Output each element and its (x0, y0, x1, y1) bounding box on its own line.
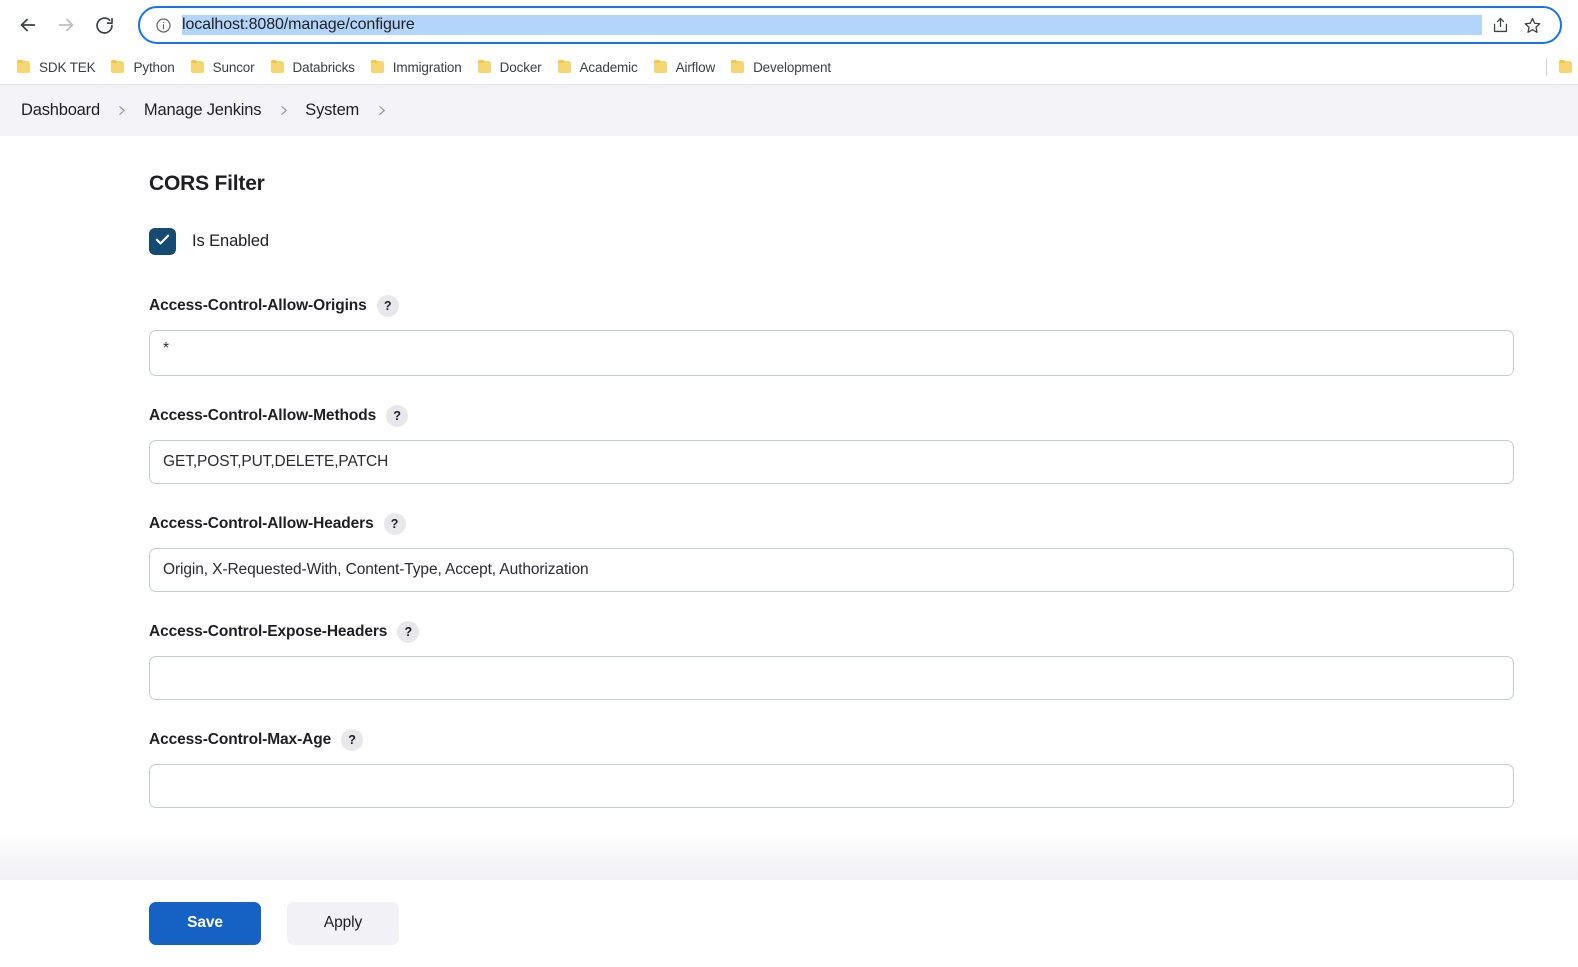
folder-icon (477, 60, 493, 74)
bookmark-item[interactable]: Development (724, 54, 840, 80)
field-access-control-allow-headers: Access-Control-Allow-Headers ? (149, 513, 1514, 592)
bookmarks-bar: SDK TEK Python Suncor Databricks Immigra… (0, 50, 1578, 85)
bookmark-overflow-item[interactable] (1555, 54, 1578, 80)
bookmark-item[interactable]: Docker (471, 54, 551, 80)
bookmark-label: Suncor (212, 59, 255, 75)
chevron-right-icon (102, 104, 142, 117)
bookmark-label: Docker (499, 59, 542, 75)
field-access-control-allow-origins: Access-Control-Allow-Origins ? (149, 295, 1514, 376)
share-icon[interactable] (1486, 11, 1514, 39)
folder-icon (111, 60, 126, 74)
question-mark-icon[interactable]: ? (386, 405, 409, 427)
url-text[interactable]: localhost:8080/manage/configure (182, 15, 1482, 35)
breadcrumb-item-system[interactable]: System (303, 98, 361, 123)
breadcrumb: Dashboard Manage Jenkins System (0, 85, 1578, 136)
field-access-control-expose-headers: Access-Control-Expose-Headers ? (149, 621, 1514, 700)
folder-icon (653, 60, 669, 74)
field-label: Access-Control-Max-Age (149, 731, 332, 748)
field-label-row: Access-Control-Allow-Headers ? (149, 513, 1514, 535)
field-label: Access-Control-Expose-Headers (149, 623, 388, 640)
back-button[interactable] (10, 7, 46, 43)
forward-button[interactable] (48, 7, 84, 43)
folder-icon (270, 60, 286, 74)
field-label-row: Access-Control-Allow-Methods ? (149, 405, 1514, 427)
access-control-max-age-input[interactable] (149, 764, 1514, 808)
field-label-row: Access-Control-Max-Age ? (149, 729, 1514, 751)
question-mark-icon[interactable]: ? (341, 729, 364, 751)
save-button[interactable]: Save (149, 901, 261, 945)
question-mark-icon[interactable]: ? (376, 295, 399, 317)
bookmark-label: Development (753, 59, 831, 75)
reload-icon (94, 15, 115, 36)
field-label: Access-Control-Allow-Origins (149, 297, 367, 314)
bookmark-label: SDK TEK (39, 59, 96, 75)
breadcrumb-item-dashboard[interactable]: Dashboard (19, 98, 102, 123)
star-icon[interactable] (1518, 11, 1546, 39)
is-enabled-label: Is Enabled (192, 232, 269, 250)
is-enabled-checkbox[interactable] (149, 228, 176, 255)
access-control-allow-headers-input[interactable] (149, 548, 1514, 592)
question-mark-icon[interactable]: ? (397, 621, 420, 643)
folder-icon (190, 60, 206, 74)
bookmark-item[interactable]: Suncor (184, 54, 264, 80)
field-label-row: Access-Control-Expose-Headers ? (149, 621, 1514, 643)
bookmark-item[interactable]: Academic (551, 54, 647, 80)
bookmark-item[interactable]: Python (104, 54, 183, 80)
browser-chrome: localhost:8080/manage/configure SDK TEK (0, 0, 1578, 85)
bookmark-label: Immigration (392, 59, 462, 75)
field-access-control-allow-methods: Access-Control-Allow-Methods ? (149, 405, 1514, 484)
folder-icon (17, 60, 32, 74)
bookmark-label: Python (133, 59, 175, 75)
access-control-allow-methods-input[interactable] (149, 440, 1514, 484)
arrow-right-icon (55, 14, 77, 36)
is-enabled-row[interactable]: Is Enabled (149, 228, 1578, 255)
arrow-left-icon (17, 14, 39, 36)
scroll-fade-overlay (0, 834, 1578, 880)
reload-button[interactable] (86, 7, 122, 43)
bookmarks-separator (1546, 58, 1547, 76)
bookmark-item[interactable]: Airflow (647, 54, 724, 80)
check-icon (154, 231, 171, 253)
question-mark-icon[interactable]: ? (383, 513, 406, 535)
bookmark-label: Academic (579, 59, 638, 75)
folder-icon (1559, 60, 1574, 74)
jenkins-page: Dashboard Manage Jenkins System CORS Fil… (0, 85, 1578, 966)
form-actions: Save Apply (0, 880, 1578, 966)
folder-icon (557, 60, 573, 74)
folder-icon (731, 60, 746, 74)
breadcrumb-item-manage-jenkins[interactable]: Manage Jenkins (142, 98, 263, 123)
field-label: Access-Control-Allow-Methods (149, 407, 377, 424)
bookmark-item[interactable]: Immigration (364, 54, 471, 80)
bookmark-label: Airflow (675, 59, 716, 75)
configuration-form-scroll-area[interactable]: CORS Filter Is Enabled Access-Control-Al… (0, 136, 1578, 880)
apply-button[interactable]: Apply (287, 901, 399, 945)
folder-icon (370, 60, 386, 74)
bookmark-item[interactable]: Databricks (264, 54, 364, 80)
chevron-right-icon (263, 104, 303, 117)
field-label-row: Access-Control-Allow-Origins ? (149, 295, 1514, 317)
bookmark-item[interactable]: SDK TEK (10, 54, 104, 80)
browser-toolbar: localhost:8080/manage/configure (0, 0, 1578, 50)
bookmark-label: Databricks (292, 59, 355, 75)
page-title: CORS Filter (149, 172, 265, 195)
address-bar[interactable]: localhost:8080/manage/configure (138, 6, 1562, 44)
chevron-right-icon[interactable] (361, 104, 401, 117)
field-access-control-max-age: Access-Control-Max-Age ? (149, 729, 1514, 808)
info-circle-icon[interactable] (153, 15, 173, 35)
access-control-expose-headers-input[interactable] (149, 656, 1514, 700)
access-control-allow-origins-input[interactable] (149, 330, 1514, 376)
field-label: Access-Control-Allow-Headers (149, 515, 374, 532)
